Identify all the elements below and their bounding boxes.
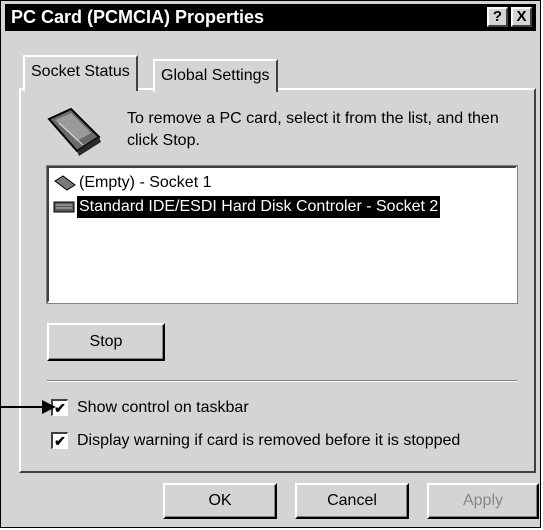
- disk-controller-icon: [53, 201, 75, 213]
- display-warning-label: Display warning if card is removed befor…: [77, 432, 461, 449]
- tab-socket-status[interactable]: Socket Status: [23, 55, 138, 91]
- close-button[interactable]: X: [511, 7, 532, 27]
- ok-button[interactable]: OK: [163, 483, 277, 519]
- display-warning-checkbox[interactable]: ✔: [51, 432, 68, 449]
- title-bar[interactable]: PC Card (PCMCIA) Properties ? X: [5, 4, 536, 31]
- instruction-text: To remove a PC card, select it from the …: [127, 110, 499, 149]
- pc-card-icon: [47, 107, 101, 156]
- window-title: PC Card (PCMCIA) Properties: [11, 7, 265, 27]
- list-item-label: Standard IDE/ESDI Hard Disk Controler - …: [77, 196, 441, 218]
- annotation-arrow-line: [0, 406, 44, 408]
- separator: [47, 380, 517, 382]
- stop-button[interactable]: Stop: [47, 323, 165, 361]
- annotation-arrow-icon: [42, 400, 56, 414]
- help-button[interactable]: ?: [487, 7, 508, 27]
- properties-dialog: PC Card (PCMCIA) Properties ? X Socket S…: [0, 0, 541, 528]
- tab-global-settings[interactable]: Global Settings: [153, 59, 278, 92]
- list-item-label: (Empty) - Socket 1: [79, 174, 212, 191]
- show-control-label: Show control on taskbar: [77, 399, 249, 416]
- cancel-button[interactable]: Cancel: [295, 483, 409, 519]
- apply-button[interactable]: Apply: [427, 483, 539, 519]
- socket-list[interactable]: (Empty) - Socket 1 Standard IDE/ESDI Har…: [46, 165, 518, 304]
- pc-card-icon: [54, 175, 76, 191]
